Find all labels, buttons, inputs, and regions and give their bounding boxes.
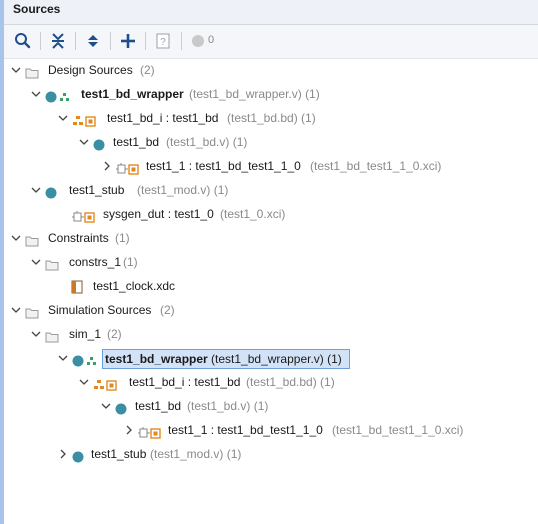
chevron-right-icon[interactable] — [124, 419, 134, 441]
chevron-down-icon[interactable] — [58, 347, 68, 369]
module-dot-icon — [72, 448, 84, 470]
sources-panel-header: Sources — [4, 0, 538, 25]
folder-icon — [45, 328, 59, 350]
chevron-right-icon[interactable] — [102, 155, 112, 177]
add-icon[interactable] — [118, 31, 138, 51]
sources-toolbar: ? 0 — [4, 25, 538, 59]
chevron-down-icon[interactable] — [101, 395, 111, 417]
chevron-down-icon[interactable] — [79, 131, 89, 153]
constraints-file-icon — [71, 279, 83, 301]
folder-icon — [45, 256, 59, 278]
panel-title: Sources — [13, 2, 61, 16]
chevron-down-icon[interactable] — [31, 251, 41, 273]
chevron-right-icon[interactable] — [58, 443, 68, 465]
expand-all-icon[interactable] — [83, 31, 103, 51]
chevron-down-icon[interactable] — [11, 299, 21, 321]
svg-text:?: ? — [160, 37, 166, 48]
selected-item-highlight[interactable]: test1_bd_wrapper (test1_bd_wrapper.v) (1… — [102, 349, 350, 369]
status-dot-icon — [189, 31, 209, 51]
collapse-all-icon[interactable] — [48, 31, 68, 51]
chevron-down-icon[interactable] — [11, 59, 21, 81]
sources-tree: Design Sources (2) test1_bd_wrapper (tes… — [4, 58, 538, 524]
chevron-down-icon[interactable] — [31, 83, 41, 105]
module-dot-icon — [45, 184, 57, 206]
chevron-down-icon[interactable] — [31, 323, 41, 345]
chevron-down-icon[interactable] — [31, 179, 41, 201]
chevron-down-icon[interactable] — [11, 227, 21, 249]
search-icon[interactable] — [13, 31, 33, 51]
compile-order-count: 0 — [208, 34, 215, 46]
chevron-down-icon[interactable] — [79, 371, 89, 393]
help-icon[interactable]: ? — [153, 31, 173, 51]
chevron-down-icon[interactable] — [58, 107, 68, 129]
